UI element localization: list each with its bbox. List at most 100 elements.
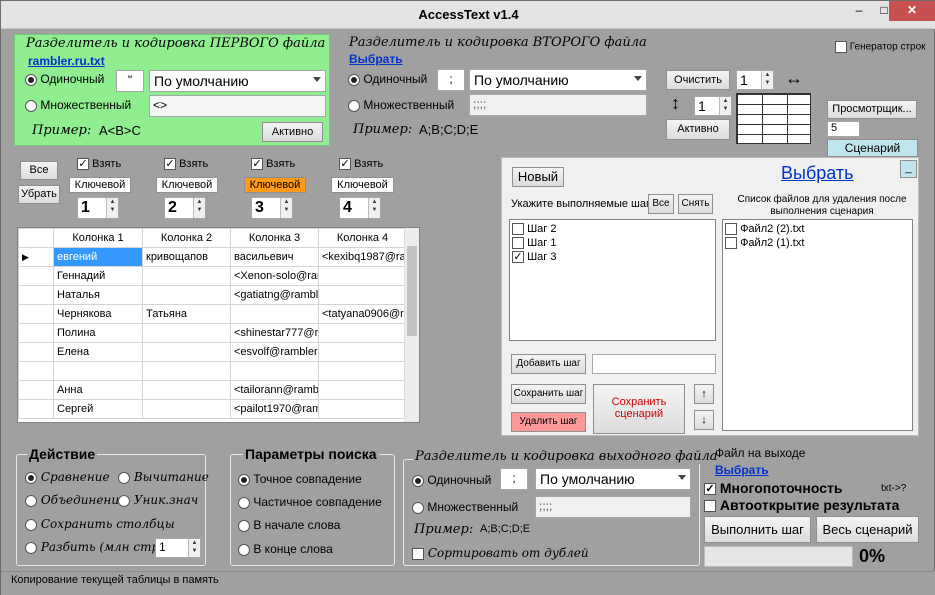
delete-files-list[interactable]: Файл2 (2).txt Файл2 (1).txt bbox=[722, 219, 913, 431]
first-active-button[interactable]: Активно bbox=[262, 122, 323, 142]
table-row[interactable]: Полина <shinestar777@r... bbox=[18, 323, 407, 343]
col2-key-button[interactable]: Ключевой bbox=[156, 177, 218, 193]
col1-take-checkbox[interactable]: ✓ Взять bbox=[77, 158, 121, 171]
file-checkbox[interactable] bbox=[725, 237, 737, 250]
compare-radio[interactable]: Сравнение bbox=[25, 470, 110, 484]
col2-take-checkbox[interactable]: ✓ Взять bbox=[164, 158, 208, 171]
table-row[interactable] bbox=[18, 361, 407, 381]
grid-cell[interactable]: <pailot1970@ram... bbox=[230, 399, 319, 419]
generator-checkbox[interactable]: Генератор строк bbox=[835, 41, 926, 53]
second-encoding-select[interactable]: По умолчанию bbox=[469, 69, 647, 91]
col3-key-button[interactable]: Ключевой bbox=[244, 177, 306, 193]
run-all-button[interactable]: Весь сценарий bbox=[816, 516, 919, 543]
grid-cell[interactable]: Геннадий bbox=[53, 266, 143, 286]
grid-cell[interactable]: Наталья bbox=[53, 285, 143, 305]
steps-uncheck-button[interactable]: Снять bbox=[678, 194, 713, 214]
minimize-button[interactable]: – bbox=[846, 1, 872, 21]
grid-cell[interactable]: кривощапов bbox=[142, 247, 231, 267]
table-row[interactable]: ▶ евгений кривощапов васильевич <kexibq1987@… bbox=[18, 247, 407, 267]
list-item[interactable]: Шаг 2 bbox=[510, 222, 715, 236]
col4-spinner[interactable]: 4 ▲ ▼ bbox=[339, 197, 381, 219]
grid-cell[interactable]: <gatiatng@rambl... bbox=[230, 285, 319, 305]
first-multi-input[interactable]: <> bbox=[149, 95, 326, 117]
grid-cell[interactable]: васильевич bbox=[230, 247, 319, 267]
down-arrow-button[interactable]: ↓ bbox=[694, 410, 714, 430]
grid-cell[interactable] bbox=[142, 323, 231, 343]
up-arrow-button[interactable]: ↑ bbox=[694, 384, 714, 404]
grid-cell[interactable]: Елена bbox=[53, 342, 143, 362]
file-checkbox[interactable] bbox=[725, 223, 737, 236]
step-name-input[interactable] bbox=[592, 354, 716, 374]
col3-take-checkbox[interactable]: ✓ Взять bbox=[251, 158, 295, 171]
split-radio[interactable]: Разбить (млн стр.) bbox=[25, 540, 168, 554]
split-spinner[interactable]: 1 ▲ ▼ bbox=[155, 538, 201, 558]
viewer-input[interactable]: 5 bbox=[827, 121, 860, 137]
grid-cell[interactable] bbox=[142, 266, 231, 286]
grid-cell[interactable] bbox=[318, 399, 407, 419]
columns-spinner[interactable]: 1 ▲ ▼ bbox=[736, 70, 774, 90]
list-item[interactable]: Файл2 (1).txt bbox=[723, 236, 912, 250]
add-step-button[interactable]: Добавить шаг bbox=[511, 354, 586, 374]
list-item[interactable]: Шаг 1 bbox=[510, 236, 715, 250]
table-row[interactable]: Елена <esvolf@rambler.... bbox=[18, 342, 407, 362]
grid-cell[interactable] bbox=[142, 380, 231, 400]
grid-cell[interactable] bbox=[142, 399, 231, 419]
step-checkbox[interactable] bbox=[512, 237, 524, 250]
grid-header[interactable]: Колонка 3 bbox=[230, 228, 319, 248]
list-item[interactable]: Файл2 (2).txt bbox=[723, 222, 912, 236]
table-row[interactable]: Сергей <pailot1970@ram... bbox=[18, 399, 407, 419]
run-step-button[interactable]: Выполнить шаг bbox=[704, 516, 811, 543]
multithread-checkbox[interactable]: ✓ Многопоточность bbox=[704, 480, 843, 496]
output-encoding-select[interactable]: По умолчанию bbox=[535, 468, 691, 490]
second-multi-radio[interactable]: Множественный bbox=[348, 98, 454, 112]
delete-step-button[interactable]: Удалить шаг bbox=[511, 412, 586, 432]
subtract-radio[interactable]: Вычитание bbox=[118, 470, 209, 484]
grid-cell[interactable] bbox=[230, 304, 319, 324]
grid-cell[interactable] bbox=[318, 361, 407, 381]
grid-header[interactable]: Колонка 4 bbox=[318, 228, 407, 248]
new-scenario-button[interactable]: Новый bbox=[512, 167, 564, 187]
scenario-minimize-button[interactable]: _ bbox=[900, 160, 917, 178]
second-active-button[interactable]: Активно bbox=[666, 119, 730, 140]
output-single-radio[interactable]: Одиночный bbox=[412, 473, 491, 487]
grid-cell[interactable] bbox=[142, 285, 231, 305]
grid-cell[interactable]: Анна bbox=[53, 380, 143, 400]
col4-key-button[interactable]: Ключевой bbox=[331, 177, 394, 193]
grid-cell[interactable] bbox=[318, 285, 407, 305]
spin-arrows-icon[interactable]: ▲ ▼ bbox=[280, 198, 292, 218]
col1-key-button[interactable]: Ключевой bbox=[69, 177, 131, 193]
grid-cell[interactable]: <Xenon-solo@ram... bbox=[230, 266, 319, 286]
viewer-button[interactable]: Просмотрщик... bbox=[827, 100, 917, 119]
step-checkbox[interactable] bbox=[512, 223, 524, 236]
output-single-input[interactable]: ; bbox=[500, 468, 528, 490]
grid-cell[interactable]: евгений bbox=[53, 247, 143, 267]
partial-match-radio[interactable]: Частичное совпадение bbox=[238, 495, 382, 509]
first-file-link[interactable]: rambler.ru.txt bbox=[28, 54, 105, 68]
save-columns-radio[interactable]: Сохранить столбцы bbox=[25, 517, 175, 531]
word-end-radio[interactable]: В конце слова bbox=[238, 542, 333, 556]
grid-cell[interactable]: <tatyana0906@r... bbox=[318, 304, 407, 324]
grid-cell[interactable]: Полина bbox=[53, 323, 143, 343]
col3-spinner[interactable]: 3 ▲ ▼ bbox=[251, 197, 293, 219]
step-checkbox[interactable]: ✓ bbox=[512, 251, 524, 264]
clear-button[interactable]: Очистить bbox=[666, 70, 730, 90]
output-multi-input[interactable]: ;;;; bbox=[535, 496, 691, 518]
list-item[interactable]: ✓ Шаг 3 bbox=[510, 250, 715, 264]
table-row[interactable]: Чернякова Татьяна <tatyana0906@r... bbox=[18, 304, 407, 324]
spin-arrows-icon[interactable]: ▲ ▼ bbox=[761, 71, 773, 89]
rows-spinner[interactable]: 1 ▲ ▼ bbox=[694, 96, 732, 116]
table-row[interactable]: Наталья <gatiatng@rambl... bbox=[18, 285, 407, 305]
col1-spinner[interactable]: 1 ▲ ▼ bbox=[77, 197, 119, 219]
col2-spinner[interactable]: 2 ▲ ▼ bbox=[164, 197, 206, 219]
remove-columns-button[interactable]: Убрать bbox=[18, 185, 60, 204]
grid-cell[interactable] bbox=[318, 266, 407, 286]
grid-cell[interactable]: <esvolf@rambler.... bbox=[230, 342, 319, 362]
unique-radio[interactable]: Уник.знач bbox=[118, 493, 198, 507]
grid-cell[interactable]: <tailorann@rambl... bbox=[230, 380, 319, 400]
save-step-button[interactable]: Сохранить шаг bbox=[511, 384, 586, 404]
close-button[interactable]: ✕ bbox=[889, 1, 935, 21]
second-single-radio[interactable]: Одиночный bbox=[348, 72, 427, 86]
autoopen-checkbox[interactable]: Автооткрытие результата bbox=[704, 497, 899, 513]
scenario-button[interactable]: Сценарий bbox=[827, 139, 918, 157]
first-single-radio[interactable]: Одиночный bbox=[25, 72, 104, 86]
